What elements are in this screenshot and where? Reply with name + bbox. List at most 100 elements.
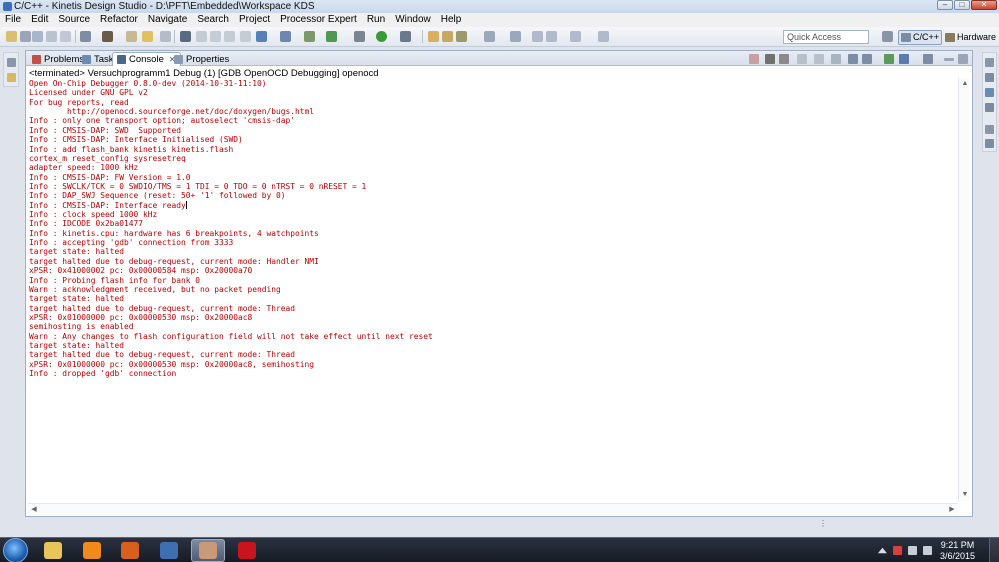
library-icon[interactable] — [985, 103, 994, 112]
edit-icon[interactable] — [456, 31, 467, 42]
open-element-icon[interactable] — [224, 31, 235, 42]
build-all-icon[interactable] — [80, 31, 91, 42]
tab-properties[interactable]: Properties — [170, 52, 233, 66]
debug-icon[interactable] — [400, 31, 411, 42]
menu-source[interactable]: Source — [53, 13, 95, 27]
console-line: xPSR: 0x01000000 pc: 0x00000530 msp: 0x2… — [29, 312, 253, 322]
open-folder-icon[interactable] — [428, 31, 439, 42]
open-type-icon[interactable] — [210, 31, 221, 42]
show-on-error-icon[interactable] — [862, 54, 872, 64]
text-cursor — [185, 200, 187, 209]
volume-icon[interactable] — [922, 546, 932, 555]
taskbar-app-kinetis-design-studio[interactable] — [191, 539, 225, 562]
maximize-view-icon[interactable] — [958, 54, 968, 64]
action-center-icon[interactable] — [892, 546, 902, 555]
next-annotation-icon[interactable] — [484, 31, 495, 42]
taskbar-app-acrobat[interactable] — [230, 539, 264, 562]
save-all-icon[interactable] — [46, 31, 57, 42]
menu-navigate[interactable]: Navigate — [143, 13, 192, 27]
print-icon[interactable] — [60, 31, 71, 42]
toggle-mark-icon[interactable] — [180, 31, 191, 42]
perspective-hardware[interactable]: Hardware — [943, 30, 998, 45]
new-project-icon[interactable] — [126, 31, 137, 42]
pe-components-icon[interactable] — [256, 31, 267, 42]
open-console-icon[interactable] — [923, 54, 933, 64]
show-hidden-icons-icon[interactable] — [877, 547, 887, 554]
console-output[interactable]: Open On-Chip Debugger 0.8.0-dev (2014-10… — [29, 79, 954, 503]
open-perspective-icon[interactable] — [882, 31, 893, 42]
coverage-icon[interactable] — [326, 31, 337, 42]
pe-generate-icon[interactable] — [280, 31, 291, 42]
restore-right-icon[interactable] — [985, 58, 994, 67]
perspective-cpp[interactable]: C/C++ — [898, 30, 943, 45]
remove-launch-icon[interactable] — [765, 54, 775, 64]
clear-console-icon[interactable] — [797, 54, 807, 64]
menu-refactor[interactable]: Refactor — [95, 13, 143, 27]
system-tray: 9:21 PM 3/6/2015 — [877, 538, 999, 562]
remove-all-icon[interactable] — [779, 54, 789, 64]
network-icon[interactable] — [907, 546, 917, 555]
run-icon[interactable] — [376, 31, 387, 42]
quick-access-input[interactable]: Quick Access — [783, 30, 869, 44]
last-edit-icon[interactable] — [532, 31, 543, 42]
menu-window[interactable]: Window — [390, 13, 436, 27]
word-wrap-icon[interactable] — [831, 54, 841, 64]
terminate-icon[interactable] — [749, 54, 759, 64]
back-icon[interactable] — [546, 31, 557, 42]
outline-icon[interactable] — [985, 73, 994, 82]
scroll-down-icon[interactable]: ▼ — [960, 490, 970, 500]
main-toolbar: Quick Access C/C++ Hardware — [0, 27, 999, 47]
pin-editor-icon[interactable] — [598, 31, 609, 42]
scroll-up-icon[interactable]: ▲ — [960, 79, 970, 89]
scroll-right-icon[interactable]: ▶ — [947, 505, 957, 515]
menu-help[interactable]: Help — [436, 13, 467, 27]
inspector-icon[interactable] — [985, 139, 994, 148]
new-file-icon[interactable] — [160, 31, 171, 42]
taskbar-clock[interactable]: 9:21 PM 3/6/2015 — [940, 540, 975, 562]
resize-grip-icon[interactable]: ⋮ — [819, 520, 827, 528]
pin-console-icon[interactable] — [884, 54, 894, 64]
console-line: http://openocd.sourceforge.net/doc/doxyg… — [29, 107, 315, 117]
taskbar-app-thunderbird[interactable] — [152, 539, 186, 562]
show-on-output-icon[interactable] — [848, 54, 858, 64]
start-button[interactable] — [3, 538, 28, 562]
save-icon[interactable] — [32, 31, 43, 42]
close-button[interactable]: ✕ — [971, 0, 997, 10]
toggle-breadcrumb-icon[interactable] — [240, 31, 251, 42]
console-view-panel: Problems Tasks Console ✕ Properties <ter… — [25, 50, 973, 517]
open-project-icon[interactable] — [442, 31, 453, 42]
build-icon[interactable] — [102, 31, 113, 42]
restore-icon[interactable] — [7, 58, 16, 67]
menu-project[interactable]: Project — [234, 13, 275, 27]
horizontal-scrollbar[interactable]: ◀ ▶ — [28, 503, 958, 515]
menu-processor-expert[interactable]: Processor Expert — [275, 13, 362, 27]
external-tools-icon[interactable] — [304, 31, 315, 42]
menu-edit[interactable]: Edit — [26, 13, 53, 27]
search-refs-icon[interactable] — [196, 31, 207, 42]
vertical-scrollbar[interactable]: ▲ ▼ — [958, 78, 970, 501]
console-line: Info : Probing flash info for bank 0 — [29, 275, 201, 285]
menu-search[interactable]: Search — [192, 13, 234, 27]
scroll-left-icon[interactable]: ◀ — [29, 505, 39, 515]
taskbar-app-firefox[interactable] — [113, 539, 147, 562]
forward-icon[interactable] — [570, 31, 581, 42]
prev-annotation-icon[interactable] — [510, 31, 521, 42]
components-icon[interactable] — [985, 88, 994, 97]
scroll-lock-icon[interactable] — [814, 54, 824, 64]
restore-bottom-icon[interactable] — [985, 125, 994, 134]
menu-run[interactable]: Run — [362, 13, 390, 27]
hardware-perspective-icon — [945, 33, 955, 42]
new-class-icon[interactable] — [142, 31, 153, 42]
display-console-icon[interactable] — [899, 54, 909, 64]
minimize-button[interactable]: – — [937, 0, 953, 10]
menu-file[interactable]: File — [0, 13, 26, 27]
taskbar-app-explorer[interactable] — [36, 539, 70, 562]
show-desktop-button[interactable] — [989, 538, 999, 562]
dropdown-arrow-icon[interactable] — [20, 31, 31, 42]
minimize-view-icon[interactable] — [944, 58, 954, 61]
taskbar-app-vlc[interactable] — [75, 539, 109, 562]
debug-config-icon[interactable] — [354, 31, 365, 42]
project-explorer-icon[interactable] — [7, 73, 16, 82]
new-icon[interactable] — [6, 31, 17, 42]
maximize-button[interactable]: □ — [954, 0, 970, 10]
